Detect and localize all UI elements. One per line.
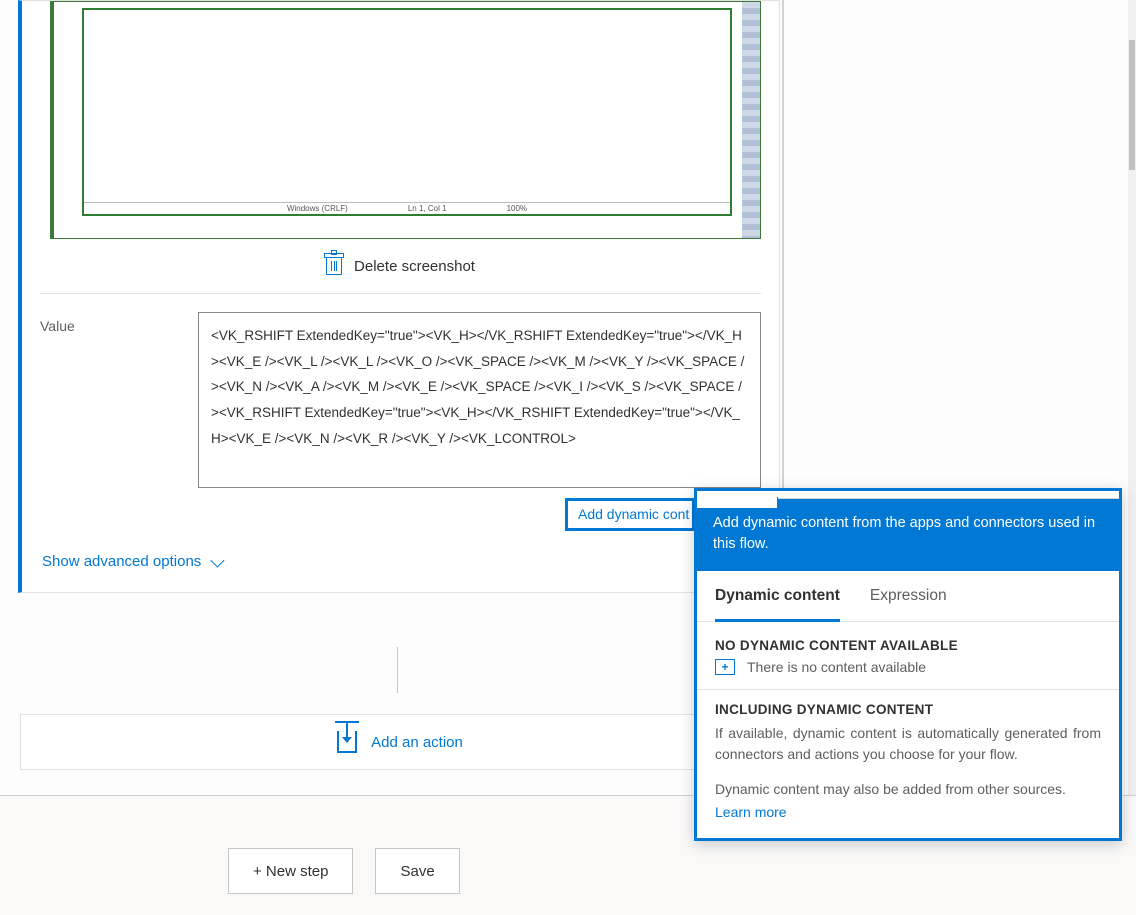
tab-expression-label: Expression bbox=[870, 587, 947, 604]
save-button[interactable]: Save bbox=[375, 848, 459, 894]
screenshot-statusbar: Windows (CRLF) Ln 1, Col 1 100% bbox=[84, 202, 730, 214]
screenshot-preview[interactable]: Windows (CRLF) Ln 1, Col 1 100% bbox=[50, 1, 761, 239]
new-step-label: + New step bbox=[253, 863, 328, 880]
flyout-body: NO DYNAMIC CONTENT AVAILABLE + There is … bbox=[697, 622, 1119, 838]
tab-dynamic-content[interactable]: Dynamic content bbox=[715, 587, 840, 622]
flyout-header-text: Add dynamic content from the apps and co… bbox=[713, 515, 1095, 552]
delete-screenshot-button[interactable]: Delete screenshot bbox=[22, 239, 779, 293]
value-label: Value bbox=[40, 312, 180, 488]
tab-dynamic-label: Dynamic content bbox=[715, 587, 840, 604]
learn-more-label: Learn more bbox=[715, 804, 787, 820]
delete-screenshot-label: Delete screenshot bbox=[354, 258, 475, 275]
flyout-separator bbox=[697, 689, 1119, 690]
learn-more-link[interactable]: Learn more bbox=[715, 804, 787, 820]
show-advanced-label: Show advanced options bbox=[42, 553, 201, 570]
value-text: <VK_RSHIFT ExtendedKey="true"><VK_H></VK… bbox=[211, 328, 744, 446]
trash-icon bbox=[326, 257, 342, 275]
new-step-button[interactable]: + New step bbox=[228, 848, 353, 894]
connector-line bbox=[397, 647, 398, 693]
no-dynamic-title: NO DYNAMIC CONTENT AVAILABLE bbox=[715, 638, 1101, 653]
scrollbar-thumb[interactable] bbox=[1129, 40, 1135, 170]
dynamic-content-flyout: Add dynamic content from the apps and co… bbox=[694, 488, 1122, 841]
no-dynamic-row: + There is no content available bbox=[715, 659, 1101, 675]
save-label: Save bbox=[400, 863, 434, 880]
screenshot-sidebar bbox=[742, 2, 760, 238]
no-dynamic-text: There is no content available bbox=[747, 659, 926, 675]
value-input[interactable]: <VK_RSHIFT ExtendedKey="true"><VK_H></VK… bbox=[198, 312, 761, 488]
including-title: INCLUDING DYNAMIC CONTENT bbox=[715, 702, 1101, 717]
insert-action-icon bbox=[337, 731, 357, 753]
add-dynamic-content-link[interactable]: Add dynamic cont bbox=[565, 498, 695, 531]
flyout-header: Add dynamic content from the apps and co… bbox=[697, 499, 1119, 571]
show-advanced-options[interactable]: Show advanced options bbox=[22, 527, 779, 592]
including-text: If available, dynamic content is automat… bbox=[715, 723, 1101, 765]
including-extra-text: Dynamic content may also be added from o… bbox=[715, 779, 1101, 800]
add-action-button[interactable]: Add an action bbox=[20, 714, 780, 770]
screenshot-inner: Windows (CRLF) Ln 1, Col 1 100% bbox=[82, 8, 732, 216]
add-action-label: Add an action bbox=[371, 734, 463, 751]
add-value-icon: + bbox=[715, 659, 735, 675]
flyout-tabs: Dynamic content Expression bbox=[697, 571, 1119, 622]
value-row: Value <VK_RSHIFT ExtendedKey="true"><VK_… bbox=[22, 294, 779, 488]
status-left: Windows (CRLF) bbox=[287, 204, 348, 213]
status-mid: Ln 1, Col 1 bbox=[408, 204, 447, 213]
flyout-callout-connector bbox=[696, 497, 778, 509]
chevron-down-icon bbox=[211, 553, 225, 567]
tab-expression[interactable]: Expression bbox=[870, 587, 947, 621]
add-dynamic-content-label: Add dynamic cont bbox=[578, 506, 689, 522]
status-right: 100% bbox=[507, 204, 527, 213]
page-scrollbar[interactable] bbox=[1128, 0, 1136, 902]
